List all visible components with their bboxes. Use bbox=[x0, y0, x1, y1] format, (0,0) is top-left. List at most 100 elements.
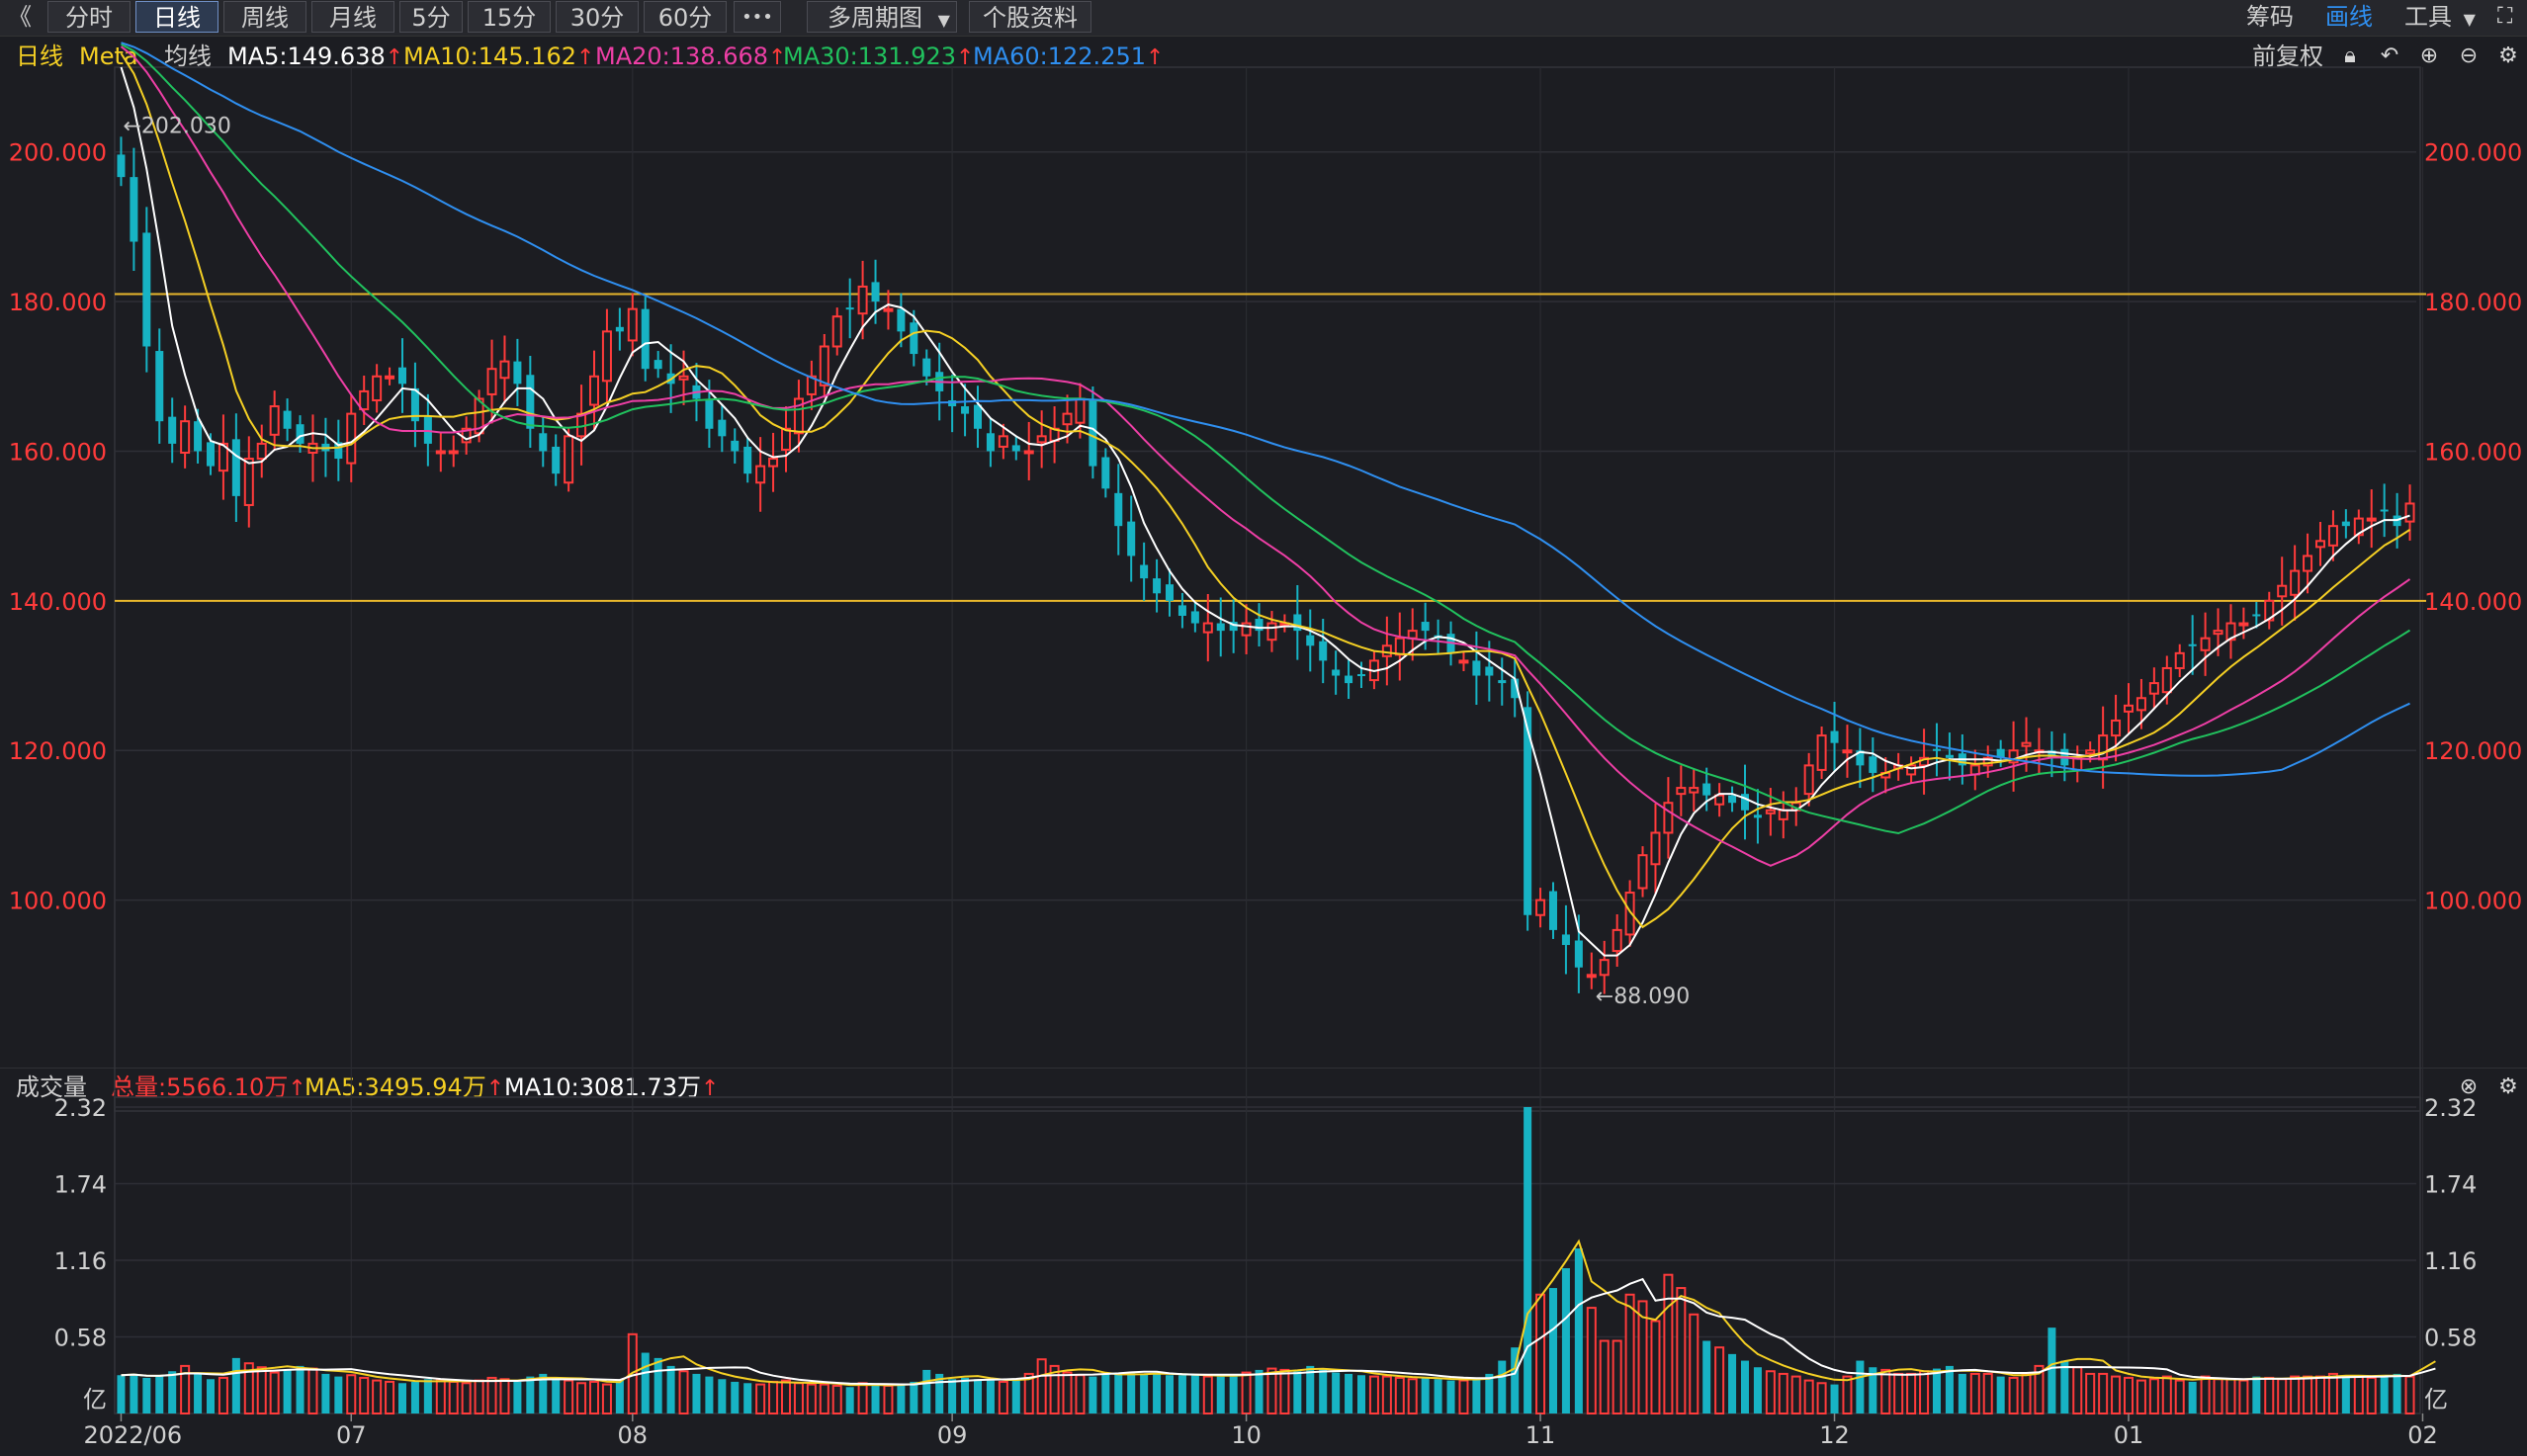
zoom-out-icon[interactable]: ⊖ bbox=[2456, 43, 2482, 69]
draw-line-button[interactable]: 画线 bbox=[2325, 1, 2373, 33]
tab-daily[interactable]: 日线 bbox=[135, 1, 218, 33]
tab-30min[interactable]: 30分 bbox=[556, 1, 639, 33]
ma20-line bbox=[120, 45, 2411, 867]
lock-icon[interactable]: 🔒︎ bbox=[2337, 43, 2363, 69]
candle-body bbox=[576, 412, 587, 438]
candle-body bbox=[1524, 707, 1532, 915]
candle-body bbox=[385, 375, 395, 380]
stock-info-button[interactable]: 个股资料 bbox=[969, 1, 1091, 33]
volume-bar bbox=[1816, 1382, 1827, 1414]
candle-body bbox=[2098, 734, 2109, 761]
undo-icon[interactable]: ↶ bbox=[2377, 43, 2402, 69]
candle-body bbox=[1765, 809, 1776, 814]
candle-body bbox=[2366, 517, 2377, 522]
candle-body bbox=[1612, 928, 1622, 953]
candle-body bbox=[1177, 605, 1186, 616]
candle-body bbox=[1906, 764, 1917, 776]
volume-ma10: MA10:3081.73万↑ bbox=[504, 1073, 720, 1101]
period-label: 日线 bbox=[16, 43, 63, 70]
volume-bar bbox=[2404, 1375, 2415, 1414]
volume-title: 成交量 bbox=[16, 1073, 87, 1101]
volume-bar bbox=[1421, 1377, 1430, 1413]
tab-minute[interactable]: 分时 bbox=[47, 1, 131, 33]
volume-bar bbox=[1663, 1273, 1674, 1414]
volume-bar bbox=[2353, 1375, 2364, 1414]
adjust-button[interactable]: 前复权 bbox=[2252, 38, 2323, 75]
volume-bar bbox=[1702, 1340, 1711, 1413]
candle-body bbox=[448, 450, 459, 455]
volume-bar bbox=[2252, 1376, 2261, 1413]
candle-body bbox=[1049, 427, 1060, 442]
volume-bar bbox=[231, 1357, 240, 1413]
volume-bar bbox=[1229, 1375, 1238, 1413]
tab-weekly[interactable]: 周线 bbox=[223, 1, 306, 33]
candle-body bbox=[1511, 678, 1520, 699]
candle-body bbox=[948, 399, 957, 407]
candle-body bbox=[168, 416, 177, 444]
candle-body bbox=[666, 373, 675, 385]
volume-bar bbox=[283, 1369, 292, 1413]
volume-bar bbox=[1511, 1347, 1520, 1413]
volume-bar bbox=[2290, 1375, 2301, 1414]
tools-dropdown[interactable]: 工具 ▼ bbox=[2404, 1, 2476, 33]
x-axis-label: 12 bbox=[1819, 1421, 1850, 1449]
candle-body bbox=[1279, 622, 1290, 627]
price-tick-label-right: 100.000 bbox=[2424, 888, 2522, 915]
ma10-line bbox=[120, 52, 2411, 929]
candle-body bbox=[334, 442, 343, 460]
volume-bar bbox=[2314, 1375, 2326, 1414]
candle-body bbox=[1255, 619, 1264, 632]
tab-60min[interactable]: 60分 bbox=[644, 1, 727, 33]
chips-button[interactable]: 筹码 bbox=[2246, 1, 2294, 33]
volume-bar bbox=[615, 1380, 624, 1413]
price-tick-label-left: 100.000 bbox=[9, 888, 107, 915]
ma-label[interactable]: 均线 bbox=[164, 38, 212, 75]
arrow-up-icon: ↑ bbox=[1146, 45, 1165, 70]
settings-icon[interactable]: ⚙ bbox=[2495, 43, 2521, 69]
tab-5min[interactable]: 5分 bbox=[399, 1, 463, 33]
volume-bar bbox=[1728, 1353, 1737, 1413]
kline-chart[interactable]: 200.000 200.000 180.000 180.000 160.000 160.0… bbox=[0, 0, 2527, 1456]
tools-label: 工具 bbox=[2404, 3, 2452, 31]
volume-bar bbox=[2072, 1366, 2083, 1415]
stock-name: Meta bbox=[79, 43, 138, 70]
volume-panel-frame bbox=[114, 1096, 2421, 1414]
candle-body bbox=[1332, 669, 1341, 676]
fullscreen-icon[interactable]: ⛶ bbox=[2497, 1, 2512, 33]
candle-body bbox=[1919, 756, 1930, 767]
tab-monthly[interactable]: 月线 bbox=[311, 1, 394, 33]
candle-body bbox=[1790, 802, 1801, 812]
volume-bar bbox=[168, 1371, 177, 1413]
high-price-annotation: ←202.030 bbox=[123, 114, 230, 138]
volume-bar bbox=[998, 1380, 1008, 1414]
collapse-icon[interactable]: 《 bbox=[8, 1, 38, 33]
volume-bar bbox=[2021, 1372, 2032, 1415]
candle-body bbox=[1202, 622, 1213, 634]
candle-body bbox=[935, 372, 944, 391]
candle-body bbox=[897, 308, 906, 332]
volume-bar bbox=[2213, 1378, 2223, 1415]
candle-body bbox=[1293, 614, 1302, 632]
settings-icon[interactable]: ⚙ bbox=[2495, 1074, 2521, 1100]
candle-body bbox=[1229, 622, 1238, 632]
volume-bar bbox=[130, 1373, 138, 1413]
volume-bar bbox=[1381, 1375, 1392, 1414]
candle-body bbox=[283, 410, 292, 429]
zoom-in-icon[interactable]: ⊕ bbox=[2416, 43, 2442, 69]
more-periods-button[interactable]: ••• bbox=[734, 1, 781, 33]
candle-body bbox=[615, 326, 624, 332]
multi-period-dropdown[interactable]: 多周期图 ▼ bbox=[807, 1, 957, 33]
candle-body bbox=[2148, 682, 2159, 695]
candle-body bbox=[2225, 622, 2236, 642]
close-icon[interactable]: ⊗ bbox=[2456, 1074, 2482, 1100]
candle-body bbox=[499, 360, 510, 380]
arrow-up-icon: ↑ bbox=[956, 45, 975, 70]
candle-body bbox=[601, 330, 612, 383]
candle-body bbox=[1023, 450, 1034, 455]
volume-bar bbox=[2225, 1378, 2236, 1415]
candle-body bbox=[793, 397, 804, 435]
tab-15min[interactable]: 15分 bbox=[468, 1, 551, 33]
candle-body bbox=[410, 387, 419, 422]
candle-body bbox=[1945, 754, 1954, 758]
candle-body bbox=[755, 465, 766, 484]
